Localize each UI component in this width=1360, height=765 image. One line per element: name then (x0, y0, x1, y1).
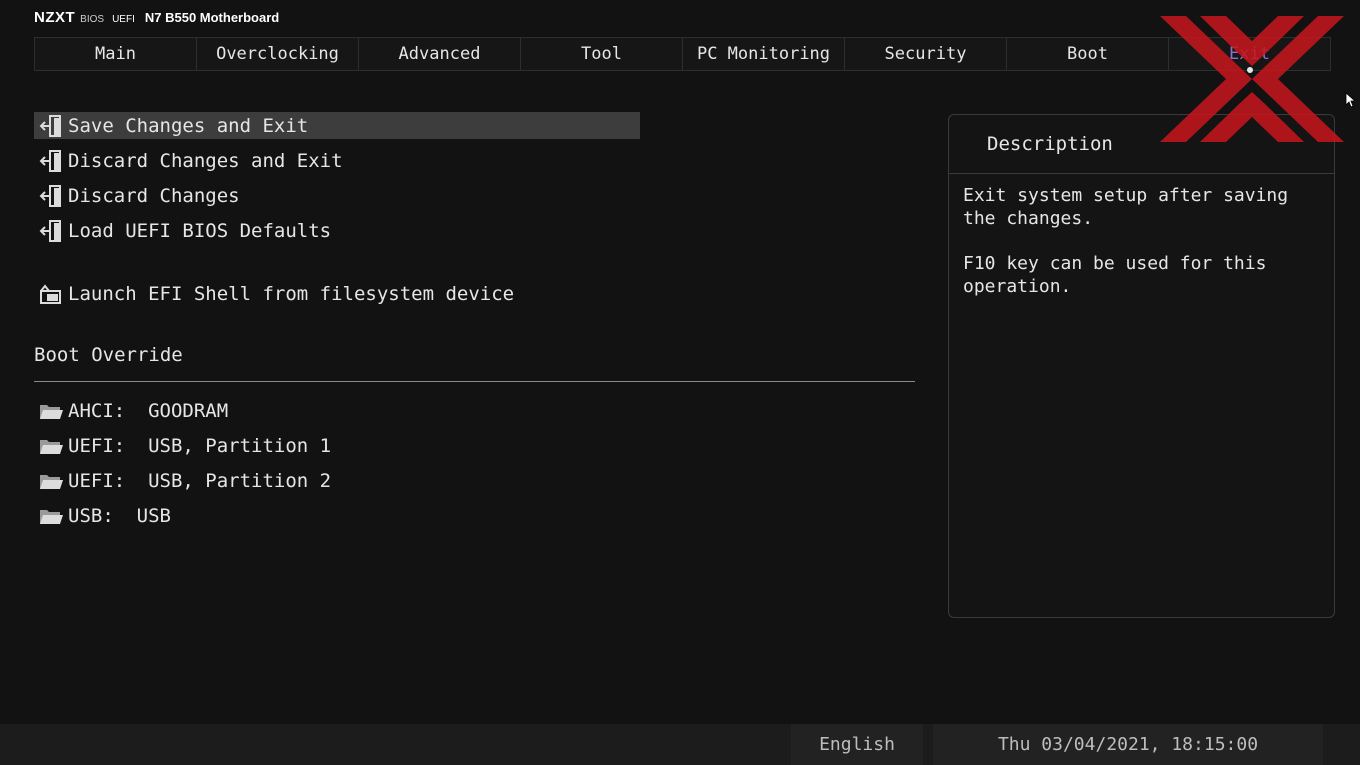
menu-load-uefi-defaults[interactable]: Load UEFI BIOS Defaults (34, 217, 640, 244)
description-panel: Description Exit system setup after savi… (948, 114, 1335, 618)
menu-save-changes-and-exit[interactable]: Save Changes and Exit (34, 112, 640, 139)
main-tab-bar: Main Overclocking Advanced Tool PC Monit… (34, 37, 1331, 73)
menu-item-label: Discard Changes and Exit (68, 149, 343, 172)
tab-label: Advanced (398, 44, 481, 64)
tab-security[interactable]: Security (845, 38, 1007, 70)
mouse-cursor-icon (1345, 92, 1355, 108)
brand-uefi-label: UEFI (112, 14, 135, 25)
menu-item-label: AHCI: GOODRAM (68, 399, 229, 422)
door-exit-icon (38, 114, 64, 137)
tab-exit[interactable]: Exit (1169, 38, 1330, 73)
brand-bios-label: BIOS (80, 14, 105, 25)
folder-icon (38, 435, 64, 457)
tab-label: Overclocking (216, 44, 339, 64)
tab-label: Tool (581, 44, 622, 64)
bios-screen: NZXT BIOS UEFI N7 B550 Motherboard Main … (0, 0, 1360, 765)
door-exit-icon (38, 149, 64, 172)
door-exit-icon (38, 184, 64, 207)
folder-icon (38, 505, 64, 527)
tab-overclocking[interactable]: Overclocking (197, 38, 359, 70)
boot-device-ahci-goodram[interactable]: AHCI: GOODRAM (34, 397, 640, 424)
description-body: Exit system setup after saving the chang… (949, 174, 1334, 330)
language-label: English (819, 734, 895, 755)
menu-discard-changes-and-exit[interactable]: Discard Changes and Exit (34, 147, 640, 174)
tab-label: PC Monitoring (696, 44, 831, 64)
menu-item-label: UEFI: USB, Partition 2 (68, 469, 332, 492)
motherboard-model: N7 B550 Motherboard (144, 10, 280, 25)
brand-logo: NZXT (34, 9, 76, 26)
menu-item-label: Save Changes and Exit (68, 114, 309, 137)
description-text: Exit system setup after saving the chang… (963, 185, 1289, 229)
folder-icon (38, 400, 64, 422)
folder-icon (38, 470, 64, 492)
tab-boot[interactable]: Boot (1007, 38, 1169, 70)
boot-device-uefi-usb-partition-1[interactable]: UEFI: USB, Partition 1 (34, 432, 640, 459)
tab-pc-monitoring[interactable]: PC Monitoring (683, 38, 845, 70)
datetime-display: Thu 03/04/2021, 18:15:00 (933, 724, 1323, 765)
section-divider (34, 381, 915, 382)
tab-tool[interactable]: Tool (521, 38, 683, 70)
language-selector[interactable]: English (791, 724, 923, 765)
menu-item-label: UEFI: USB, Partition 1 (68, 434, 332, 457)
menu-launch-efi-shell[interactable]: Launch EFI Shell from filesystem device (34, 280, 640, 307)
active-tab-indicator (1246, 67, 1253, 73)
menu-item-label: Discard Changes (68, 184, 240, 207)
boot-device-usb[interactable]: USB: USB (34, 502, 640, 529)
tab-label: Main (95, 44, 136, 64)
menu-item-label: Launch EFI Shell from filesystem device (68, 282, 515, 305)
status-bar: English Thu 03/04/2021, 18:15:00 (0, 724, 1360, 765)
description-title: Description (949, 115, 1334, 174)
tab-advanced[interactable]: Advanced (359, 38, 521, 70)
launch-shell-icon (38, 283, 64, 305)
door-exit-icon (38, 219, 64, 242)
boot-override-title: Boot Override (34, 344, 183, 366)
menu-item-label: Load UEFI BIOS Defaults (68, 219, 332, 242)
description-text: F10 key can be used for this operation. (963, 253, 1267, 297)
tab-label: Security (884, 44, 967, 64)
tab-label: Boot (1067, 44, 1108, 64)
tab-main[interactable]: Main (35, 38, 197, 70)
boot-device-uefi-usb-partition-2[interactable]: UEFI: USB, Partition 2 (34, 467, 640, 494)
tab-label: Exit (1229, 44, 1270, 64)
menu-item-label: USB: USB (68, 504, 171, 527)
brand-header: NZXT BIOS UEFI N7 B550 Motherboard (34, 9, 279, 29)
menu-discard-changes[interactable]: Discard Changes (34, 182, 640, 209)
datetime-label: Thu 03/04/2021, 18:15:00 (997, 734, 1259, 755)
